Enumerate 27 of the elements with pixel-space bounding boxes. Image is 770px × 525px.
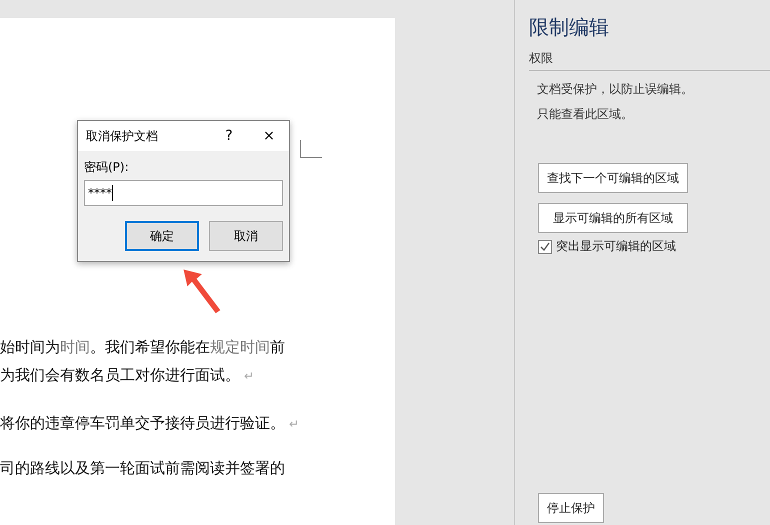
field-label: 密码(P): [84, 159, 130, 176]
paragraph-mark: ↵ [289, 417, 300, 431]
margin-corner-mark [300, 140, 322, 158]
password-field[interactable]: **** [84, 180, 283, 206]
body-text: 。我们希望你能在 [90, 338, 210, 356]
pane-button[interactable]: 查找下一个可编辑的区域 [538, 163, 688, 193]
checkbox-label: 突出显示可编辑的区域 [556, 238, 676, 255]
info-text: 文档受保护，以防止误编辑。 [537, 81, 694, 98]
info-text: 只能查看此区域。 [537, 106, 634, 123]
body-text: 为我们会有数名员工对你进行面试。 [0, 366, 240, 384]
help-button[interactable]: ? [209, 121, 249, 151]
stop-protection-button[interactable]: 停止保护 [538, 493, 604, 523]
pane-title: 限制编辑 [529, 14, 610, 40]
paragraph-mark: ↵ [244, 369, 254, 383]
body-text: 始时间为 [0, 338, 60, 356]
cancel-button[interactable]: 取消 [209, 221, 283, 251]
body-text: 前 [270, 338, 285, 356]
ok-button[interactable]: 确定 [125, 221, 199, 251]
field-text: 规定时间 [210, 338, 270, 356]
dialog-title: 取消保护文档 [86, 128, 159, 144]
close-button[interactable]: × [249, 121, 289, 151]
checkbox[interactable] [538, 240, 552, 254]
section-heading: 权限 [529, 50, 770, 71]
pane-button[interactable]: 显示可编辑的所有区域 [538, 203, 688, 233]
body-text: 司的路线以及第一轮面试前需阅读并签署的 [0, 459, 285, 477]
body-text: 将你的违章停车罚单交予接待员进行验证。 [0, 414, 285, 432]
field-text: 时间 [60, 338, 90, 356]
